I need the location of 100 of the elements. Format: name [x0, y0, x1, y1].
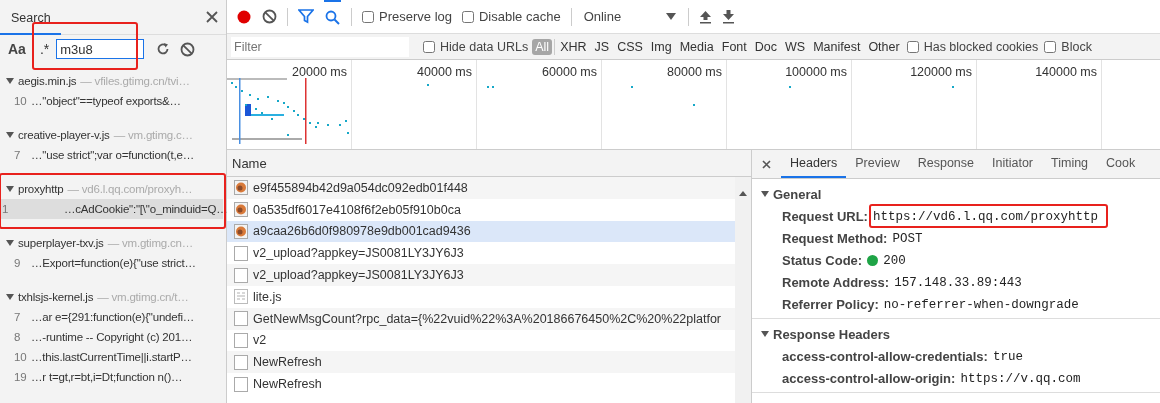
time-tick-label: 140000 ms	[1035, 65, 1097, 79]
header-value: https://vd6.l.qq.com/proxyhttp	[872, 210, 1098, 224]
header-value: https://v.qq.com	[960, 372, 1081, 386]
expand-triangle-icon[interactable]	[6, 186, 14, 192]
throttling-dropdown[interactable]: Online	[581, 9, 679, 24]
result-file-name: superplayer-txv.js	[18, 237, 104, 249]
refresh-icon[interactable]	[156, 42, 171, 56]
filter-field[interactable]: Filter	[231, 36, 409, 57]
details-tab[interactable]: Response	[908, 150, 983, 178]
clear-icon[interactable]	[180, 41, 196, 57]
type-filter-button[interactable]: XHR	[557, 38, 590, 55]
image-thumbnail-icon	[234, 202, 248, 218]
checkbox-label[interactable]: Preserve log	[379, 9, 452, 24]
request-row[interactable]: a9caa26b6d0f980978e9db001cad9436	[227, 220, 735, 243]
header-name: Request Method:	[782, 230, 888, 246]
download-icon[interactable]	[722, 9, 736, 24]
regex-button[interactable]: .*	[39, 41, 50, 57]
type-filter-button[interactable]: Media	[676, 38, 717, 55]
header-value: 200	[883, 254, 906, 268]
header-name: access-control-allow-origin:	[782, 370, 956, 386]
details-tab[interactable]: Headers	[781, 150, 847, 178]
time-tick-label: 60000 ms	[542, 65, 597, 79]
section-header[interactable]: Response Headers	[752, 323, 1160, 345]
result-file-name: aegis.min.js	[18, 75, 77, 87]
checkbox-label[interactable]: Has blocked cookies	[923, 39, 1039, 54]
document-icon	[234, 311, 248, 327]
image-thumbnail-icon	[234, 180, 248, 196]
search-icon[interactable]	[325, 10, 340, 25]
type-filter-button[interactable]: JS	[591, 38, 613, 55]
upload-icon[interactable]	[699, 9, 713, 24]
section-header[interactable]: General	[752, 183, 1160, 205]
close-icon[interactable]	[762, 159, 771, 169]
header-name: Remote Address:	[782, 274, 890, 290]
search-field[interactable]: m3u8	[56, 39, 145, 59]
document-icon	[234, 354, 248, 370]
search-match-item[interactable]: 10 …"object"==typeof exports&…	[0, 91, 223, 111]
checkbox[interactable]	[462, 10, 474, 23]
match-case-button[interactable]: Aa	[8, 41, 26, 57]
record-icon[interactable]	[236, 8, 252, 25]
type-filter-button[interactable]: Other	[865, 38, 903, 55]
dropdown-arrow-icon	[666, 13, 677, 20]
header-value: 157.148.33.89:443	[894, 276, 1022, 290]
details-tab[interactable]: Initiator	[983, 150, 1042, 178]
header-name: access-control-allow-credentials:	[782, 348, 988, 364]
column-header[interactable]: Name	[232, 155, 267, 171]
request-row[interactable]: v2_upload?appkey=JS0081LY3JY6J3	[227, 264, 735, 286]
checkbox-label[interactable]: Disable cache	[479, 9, 561, 24]
type-filter-button[interactable]: WS	[782, 38, 809, 55]
type-filter-button[interactable]: Font	[718, 38, 750, 55]
document-icon	[234, 245, 248, 261]
close-icon[interactable]	[206, 11, 218, 23]
scrollbar[interactable]	[735, 177, 751, 403]
script-file-icon	[234, 289, 248, 305]
header-value: POST	[892, 232, 923, 246]
search-match-item[interactable]: 10 …this.lastCurrentTime||i.startP…	[0, 347, 223, 367]
search-match-item[interactable]: 9 …Export=function(e){"use strict…	[0, 253, 223, 273]
request-row[interactable]: NewRefresh	[227, 351, 735, 374]
checkbox[interactable]	[1044, 40, 1057, 53]
expand-triangle-icon[interactable]	[6, 240, 14, 246]
search-match-item[interactable]: 7 …ar e={291:function(e){"undefi…	[0, 307, 223, 327]
details-tab[interactable]: Cook	[1097, 150, 1145, 178]
checkbox-label[interactable]: Block	[1061, 39, 1092, 54]
document-icon	[234, 267, 248, 283]
header-value: true	[992, 350, 1023, 364]
type-filter-button[interactable]: CSS	[614, 38, 646, 55]
result-location: — vd6.l.qq.com/proxyh…	[67, 183, 193, 195]
expand-triangle-icon	[761, 331, 769, 337]
type-filter-button[interactable]: Manifest	[810, 38, 864, 55]
search-match-item[interactable]: 8 …-runtime -- Copyright (c) 201…	[0, 327, 223, 347]
expand-triangle-icon[interactable]	[6, 78, 14, 84]
checkbox[interactable]	[423, 40, 435, 53]
type-filter-button[interactable]: Img	[647, 38, 675, 55]
expand-triangle-icon[interactable]	[6, 294, 14, 300]
request-row[interactable]: e9f455894b42d9a054dc092edb01f448	[227, 177, 735, 199]
image-thumbnail-icon	[234, 224, 248, 239]
search-match-item[interactable]: 7 …"use strict";var o=function(t,e…	[0, 145, 223, 165]
details-tab[interactable]: Timing	[1042, 150, 1098, 178]
header-name: Request URL:	[782, 208, 868, 224]
checkbox-label[interactable]: Hide data URLs	[440, 39, 529, 54]
search-match-item[interactable]: 19 …r t=gt,r=bt,i=Dt;function n()…	[0, 367, 223, 387]
header-name: Status Code:	[782, 252, 863, 268]
details-tab[interactable]: Preview	[846, 150, 909, 178]
checkbox[interactable]	[362, 10, 374, 23]
clear-icon[interactable]	[262, 9, 277, 24]
checkbox[interactable]	[906, 40, 919, 53]
time-tick-label: 120000 ms	[910, 65, 972, 79]
result-location: — vm.gtimg.cn…	[107, 237, 194, 249]
type-filter-button[interactable]: Doc	[751, 38, 780, 55]
result-location: — vm.gtimg.c…	[113, 129, 193, 141]
scroll-up-arrow-icon[interactable]	[739, 191, 747, 196]
result-file-name: creative-player-v.js	[18, 129, 110, 141]
expand-triangle-icon[interactable]	[6, 132, 14, 138]
filter-icon[interactable]	[298, 9, 314, 24]
document-icon	[234, 376, 248, 392]
result-location: — vm.gtimg.cn/t…	[97, 291, 189, 303]
search-tab[interactable]: Search	[0, 0, 61, 35]
expand-triangle-icon	[761, 191, 769, 197]
request-row[interactable]: GetNewMsgCount?rpc_data={%22vuid%22%3A%20186676450%2C%20%22platfor	[227, 307, 735, 330]
document-icon	[234, 332, 248, 348]
time-tick-label: 40000 ms	[417, 65, 472, 79]
